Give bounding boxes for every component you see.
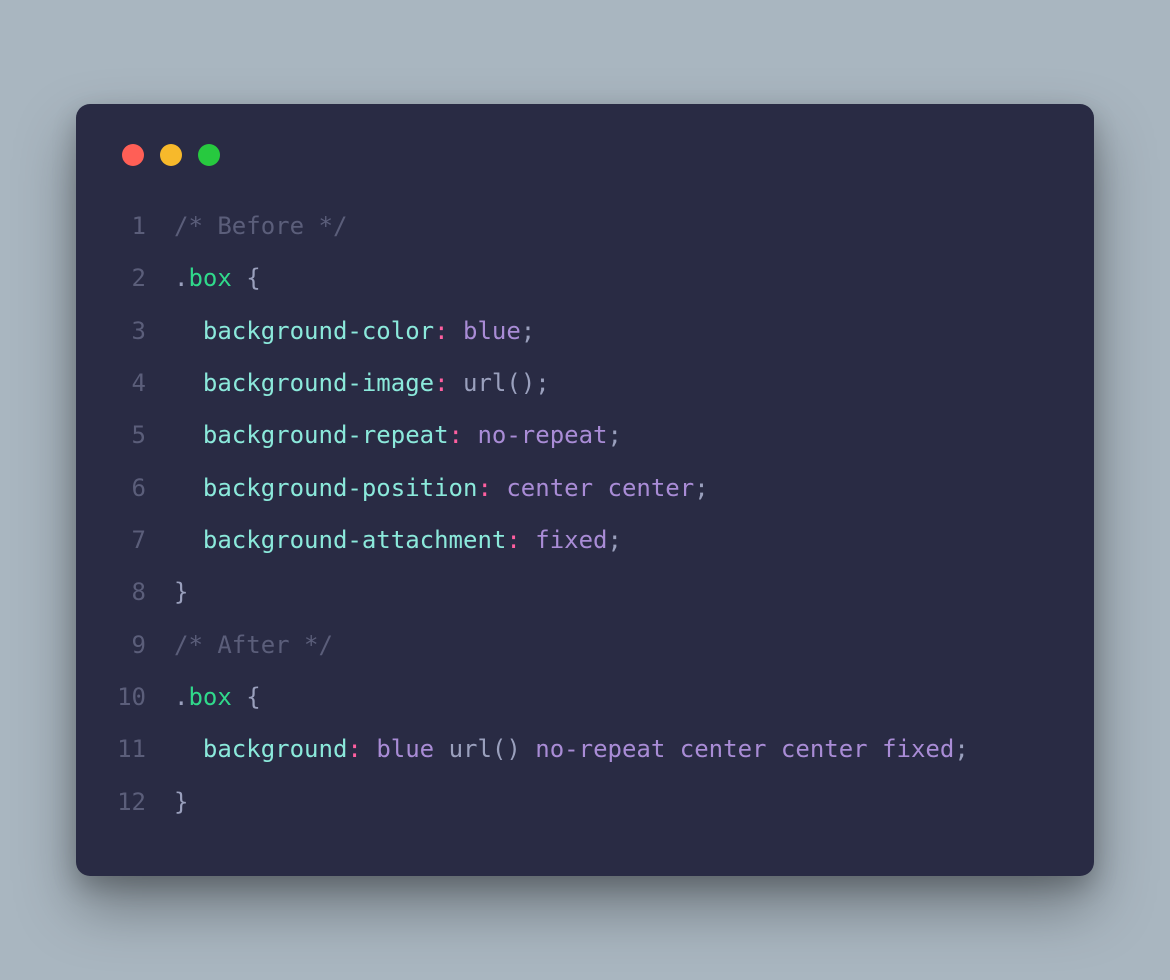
code-token: no-repeat xyxy=(477,421,607,449)
code-line[interactable]: 5 background-repeat: no-repeat; xyxy=(106,409,1046,461)
window-traffic-lights xyxy=(106,144,1046,166)
line-number: 4 xyxy=(106,357,174,409)
code-token: ; xyxy=(521,317,535,345)
code-token: /* After */ xyxy=(174,631,333,659)
minimize-icon[interactable] xyxy=(160,144,182,166)
code-token: ) xyxy=(521,369,535,397)
zoom-icon[interactable] xyxy=(198,144,220,166)
code-token: blue xyxy=(463,317,521,345)
code-token: background-color xyxy=(203,317,434,345)
code-token: . xyxy=(174,683,188,711)
code-token: background-attachment xyxy=(203,526,506,554)
code-window: 1/* Before */2.box {3 background-color: … xyxy=(76,104,1094,876)
code-token: ; xyxy=(535,369,549,397)
code-token xyxy=(174,317,203,345)
line-content[interactable]: background-attachment: fixed; xyxy=(174,514,1046,566)
code-token: ; xyxy=(608,421,622,449)
line-number: 7 xyxy=(106,514,174,566)
code-token xyxy=(449,317,463,345)
code-line[interactable]: 1/* Before */ xyxy=(106,200,1046,252)
code-token: fixed xyxy=(535,526,607,554)
line-number: 6 xyxy=(106,462,174,514)
code-line[interactable]: 4 background-image: url(); xyxy=(106,357,1046,409)
code-line[interactable]: 6 background-position: center center; xyxy=(106,462,1046,514)
line-content[interactable]: /* Before */ xyxy=(174,200,1046,252)
code-token: ) xyxy=(506,735,520,763)
line-content[interactable]: .box { xyxy=(174,671,1046,723)
code-token: center center xyxy=(506,474,694,502)
line-number: 1 xyxy=(106,200,174,252)
code-token: blue xyxy=(376,735,434,763)
code-token: } xyxy=(174,578,188,606)
code-token: background-position xyxy=(203,474,478,502)
line-number: 10 xyxy=(106,671,174,723)
code-token: ; xyxy=(608,526,622,554)
code-token xyxy=(174,735,203,763)
code-token xyxy=(521,735,535,763)
line-content[interactable]: background-position: center center; xyxy=(174,462,1046,514)
close-icon[interactable] xyxy=(122,144,144,166)
line-number: 9 xyxy=(106,619,174,671)
code-token: : xyxy=(434,369,448,397)
code-line[interactable]: 8} xyxy=(106,566,1046,618)
code-token: box xyxy=(188,264,231,292)
line-content[interactable]: .box { xyxy=(174,252,1046,304)
code-token: : xyxy=(434,317,448,345)
code-token: { xyxy=(246,264,260,292)
line-content[interactable]: background-image: url(); xyxy=(174,357,1046,409)
code-token xyxy=(463,421,477,449)
code-token: : xyxy=(506,526,520,554)
code-token: ; xyxy=(954,735,968,763)
line-number: 8 xyxy=(106,566,174,618)
code-token: ( xyxy=(492,735,506,763)
code-token: : xyxy=(449,421,463,449)
code-line[interactable]: 9/* After */ xyxy=(106,619,1046,671)
code-token: /* Before */ xyxy=(174,212,347,240)
code-line[interactable]: 7 background-attachment: fixed; xyxy=(106,514,1046,566)
code-line[interactable]: 11 background: blue url() no-repeat cent… xyxy=(106,723,1046,775)
code-token xyxy=(434,735,448,763)
code-token: url xyxy=(463,369,506,397)
code-line[interactable]: 2.box { xyxy=(106,252,1046,304)
code-token xyxy=(174,474,203,502)
line-content[interactable]: background-repeat: no-repeat; xyxy=(174,409,1046,461)
line-content[interactable]: } xyxy=(174,566,1046,618)
code-token: no-repeat center center fixed xyxy=(535,735,954,763)
code-token: ; xyxy=(694,474,708,502)
code-token xyxy=(232,683,246,711)
line-number: 12 xyxy=(106,776,174,828)
code-token: background xyxy=(203,735,348,763)
code-token: : xyxy=(347,735,361,763)
line-content[interactable]: } xyxy=(174,776,1046,828)
code-token xyxy=(521,526,535,554)
code-token: . xyxy=(174,264,188,292)
line-number: 11 xyxy=(106,723,174,775)
code-token: box xyxy=(188,683,231,711)
code-line[interactable]: 12} xyxy=(106,776,1046,828)
line-content[interactable]: background: blue url() no-repeat center … xyxy=(174,723,1046,775)
code-token: background-repeat xyxy=(203,421,449,449)
code-token xyxy=(174,526,203,554)
code-token: url xyxy=(449,735,492,763)
line-number: 5 xyxy=(106,409,174,461)
code-token xyxy=(174,369,203,397)
line-content[interactable]: background-color: blue; xyxy=(174,305,1046,357)
code-token xyxy=(492,474,506,502)
code-editor[interactable]: 1/* Before */2.box {3 background-color: … xyxy=(106,200,1046,828)
code-line[interactable]: 10.box { xyxy=(106,671,1046,723)
code-token: background-image xyxy=(203,369,434,397)
code-token xyxy=(362,735,376,763)
code-token: } xyxy=(174,788,188,816)
code-line[interactable]: 3 background-color: blue; xyxy=(106,305,1046,357)
code-token: : xyxy=(477,474,491,502)
code-token: { xyxy=(246,683,260,711)
code-token xyxy=(174,421,203,449)
code-token xyxy=(449,369,463,397)
line-content[interactable]: /* After */ xyxy=(174,619,1046,671)
code-token: ( xyxy=(506,369,520,397)
line-number: 3 xyxy=(106,305,174,357)
line-number: 2 xyxy=(106,252,174,304)
code-token xyxy=(232,264,246,292)
